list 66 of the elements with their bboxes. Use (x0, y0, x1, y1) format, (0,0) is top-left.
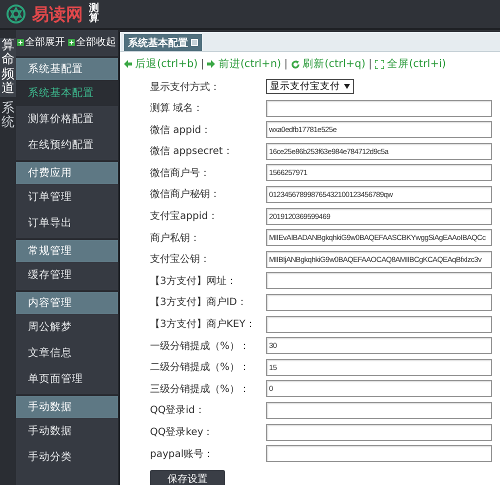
sidebar-item[interactable]: 周公解梦 (16, 314, 118, 340)
field-label: 支付宝公钥： (150, 252, 211, 266)
input-field[interactable] (266, 316, 492, 333)
field-label: 【3方支付】商户ID： (150, 296, 248, 310)
input-field[interactable] (266, 445, 492, 462)
field-label: 微信 appsecret： (150, 145, 234, 158)
sidebar-item[interactable]: 缓存管理 (16, 262, 118, 288)
sidebar-group-header[interactable]: 手动数据 (16, 394, 118, 418)
separator: | (200, 58, 204, 70)
field-label: 测算 域名： (150, 102, 204, 116)
separator: | (284, 58, 288, 70)
toolbar-link[interactable]: 后退(ctrl+b) (124, 57, 198, 71)
field-label: 微信商户秘钥： (150, 188, 221, 202)
forward-arrow-icon (207, 60, 216, 68)
field-label: paypal账号： (150, 448, 215, 461)
field-label: QQ登录key： (150, 426, 214, 439)
field-label: 【3方支付】商户KEY： (150, 318, 256, 332)
sidebar-item[interactable]: 订单导出 (16, 210, 118, 236)
field-label: 商户私钥： (150, 232, 201, 245)
sidebar-item[interactable]: 单页面管理 (16, 366, 118, 392)
sidebar-item[interactable]: 系统基本配置 (16, 80, 118, 106)
logo-subtitle: 测算 (89, 4, 99, 24)
field-label: 一级分销提成（%）： (150, 340, 251, 353)
close-icon[interactable] (191, 39, 198, 46)
sidebar-group-header[interactable]: 常规管理 (16, 238, 118, 262)
field-label: 二级分销提成（%）： (150, 360, 251, 374)
input-field[interactable] (266, 272, 492, 290)
expand-control[interactable]: 全部收起 (68, 35, 116, 49)
plus-icon (68, 38, 75, 46)
logo-icon (6, 4, 26, 24)
channel-tab[interactable]: 系统 (0, 101, 16, 132)
input-field[interactable] (266, 294, 492, 311)
field-label: 微信 appid： (150, 124, 212, 137)
field-label: 显示支付方式： (150, 80, 221, 94)
caret-icon (344, 84, 350, 89)
input-field[interactable] (266, 402, 492, 419)
back-arrow-icon (124, 60, 132, 68)
logo-text: 易读网 (32, 4, 83, 26)
toolbar-link[interactable]: 刷新(ctrl+q) (290, 57, 366, 71)
fullscreen-icon (374, 60, 384, 68)
field-label: QQ登录id： (150, 404, 206, 418)
field-label: 支付宝appid： (150, 210, 219, 224)
plus-icon (17, 38, 24, 46)
refresh-icon (290, 60, 300, 68)
dropdown[interactable]: 显示支付宝支付 (266, 79, 354, 94)
sidebar-group-header[interactable]: 付费应用 (16, 160, 118, 184)
channel-tab[interactable]: 算命频道 (0, 38, 16, 98)
sidebar-item[interactable]: 在线预约配置 (16, 132, 118, 158)
field-label: 微信商户号： (150, 166, 211, 180)
sidebar-item[interactable]: 文章信息 (16, 340, 118, 366)
sidebar-group-header[interactable]: 系统基配置 (16, 56, 118, 80)
toolbar-link[interactable]: 全屏(ctrl+i) (374, 57, 446, 71)
field-label: 【3方支付】网址： (150, 274, 238, 288)
sidebar-item[interactable]: 手动数据 (16, 418, 118, 444)
sidebar-item[interactable]: 订单管理 (16, 184, 118, 210)
toolbar-link[interactable]: 前进(ctrl+n) (207, 57, 282, 71)
page-tab[interactable]: 系统基本配置 (124, 34, 202, 51)
expand-control[interactable]: 全部展开 (17, 35, 65, 49)
field-label: 三级分销提成（%）： (150, 382, 251, 396)
sidebar-item[interactable]: 手动分类 (16, 444, 118, 470)
separator: | (368, 58, 372, 70)
save-button[interactable]: 保存设置 (150, 470, 225, 485)
sidebar-item[interactable]: 测算价格配置 (16, 106, 118, 132)
sidebar-group-header[interactable]: 内容管理 (16, 290, 118, 314)
input-field[interactable] (266, 100, 492, 117)
input-field[interactable] (266, 424, 492, 440)
